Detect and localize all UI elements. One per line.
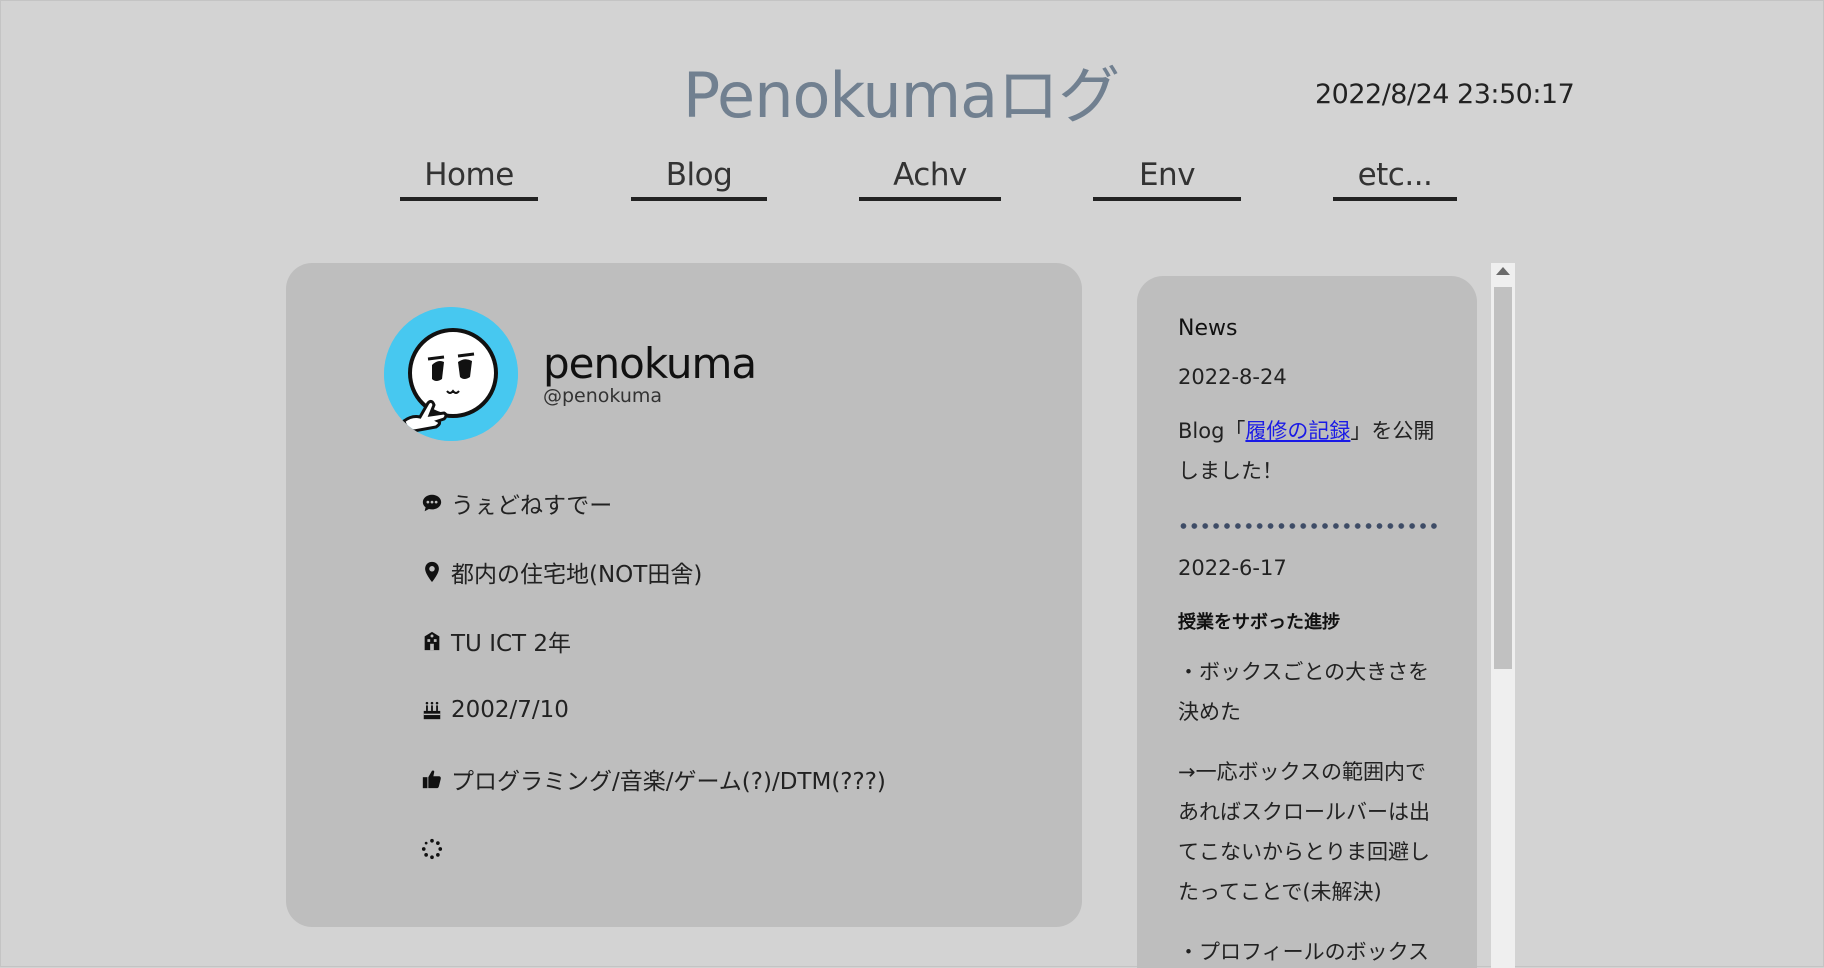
profile-card: penokuma @penokuma うぇどねすでー 都内の住宅地(NOT田舎)… xyxy=(286,263,1082,927)
birthday-cake-icon xyxy=(419,697,445,723)
loading-row xyxy=(419,833,451,865)
nav-home[interactable]: Home xyxy=(400,157,538,201)
scroll-up-arrow-icon[interactable] xyxy=(1496,267,1510,275)
location-row: 都内の住宅地(NOT田舎) xyxy=(419,556,702,588)
nav-etc[interactable]: etc... xyxy=(1333,157,1457,201)
news-entry-line: あればスクロールバーは出 xyxy=(1178,800,1430,824)
profile-handle: @penokuma xyxy=(543,385,663,407)
nav-blog[interactable]: Blog xyxy=(631,157,767,201)
comment-dots-icon xyxy=(419,490,445,516)
news-entry-line: →一応ボックスの範囲内で xyxy=(1178,760,1426,784)
scroll-thumb[interactable] xyxy=(1494,287,1512,669)
news-date: 2022-8-24 xyxy=(1178,365,1287,389)
profile-name: penokuma xyxy=(543,339,757,388)
news-heading: News xyxy=(1178,316,1238,341)
news-entry-line: Blog「履修の記録」を公開 xyxy=(1178,415,1434,445)
thumbs-up-icon xyxy=(419,766,445,792)
news-entry-title: 授業をサボった進捗 xyxy=(1178,612,1340,633)
news-date: 2022-6-17 xyxy=(1178,556,1287,580)
news-blog-link[interactable]: 履修の記録 xyxy=(1245,419,1350,443)
news-entry-line: てこないからとりま回避し xyxy=(1178,840,1430,864)
news-scrollbar[interactable] xyxy=(1491,263,1515,968)
nav-achv[interactable]: Achv xyxy=(859,157,1001,201)
news-entry-line: たってことで(未解決) xyxy=(1178,880,1382,904)
school-row: TU ICT 2年 xyxy=(419,625,571,657)
school-text: TU ICT 2年 xyxy=(451,631,572,657)
penokuma-avatar xyxy=(384,307,518,441)
news-divider xyxy=(1178,523,1440,529)
birthday-row: 2002/7/10 xyxy=(419,694,569,726)
spinner-icon xyxy=(419,836,445,862)
news-panel: News 2022-8-24 Blog「履修の記録」を公開 しました！ 2022… xyxy=(1137,263,1515,968)
nav-env[interactable]: Env xyxy=(1093,157,1241,201)
news-entry-suffix: 」を公開 xyxy=(1350,419,1435,443)
status-text: うぇどねすでー xyxy=(451,493,613,519)
news-entry-line: しました！ xyxy=(1178,459,1283,483)
main-nav: Home Blog Achv Env etc... xyxy=(1,157,1824,201)
news-card: News 2022-8-24 Blog「履修の記録」を公開 しました！ 2022… xyxy=(1137,276,1477,968)
status-row: うぇどねすでー xyxy=(419,487,612,519)
news-entry-line: ・ボックスごとの大きさを xyxy=(1178,660,1430,684)
school-icon xyxy=(419,628,445,654)
clock: 2022/8/24 23:50:17 xyxy=(1315,79,1575,110)
location-text: 都内の住宅地(NOT田舎) xyxy=(451,562,703,588)
map-pin-icon xyxy=(419,559,445,585)
news-entry-line: ・プロフィールのボックス xyxy=(1178,940,1429,964)
news-entry-line: 決めた xyxy=(1178,700,1241,724)
likes-text: プログラミング/音楽/ゲーム(?)/DTM(???) xyxy=(451,769,886,795)
likes-row: プログラミング/音楽/ゲーム(?)/DTM(???) xyxy=(419,763,886,795)
birthday-text: 2002/7/10 xyxy=(451,697,569,723)
news-entry-prefix: Blog「 xyxy=(1178,419,1246,443)
